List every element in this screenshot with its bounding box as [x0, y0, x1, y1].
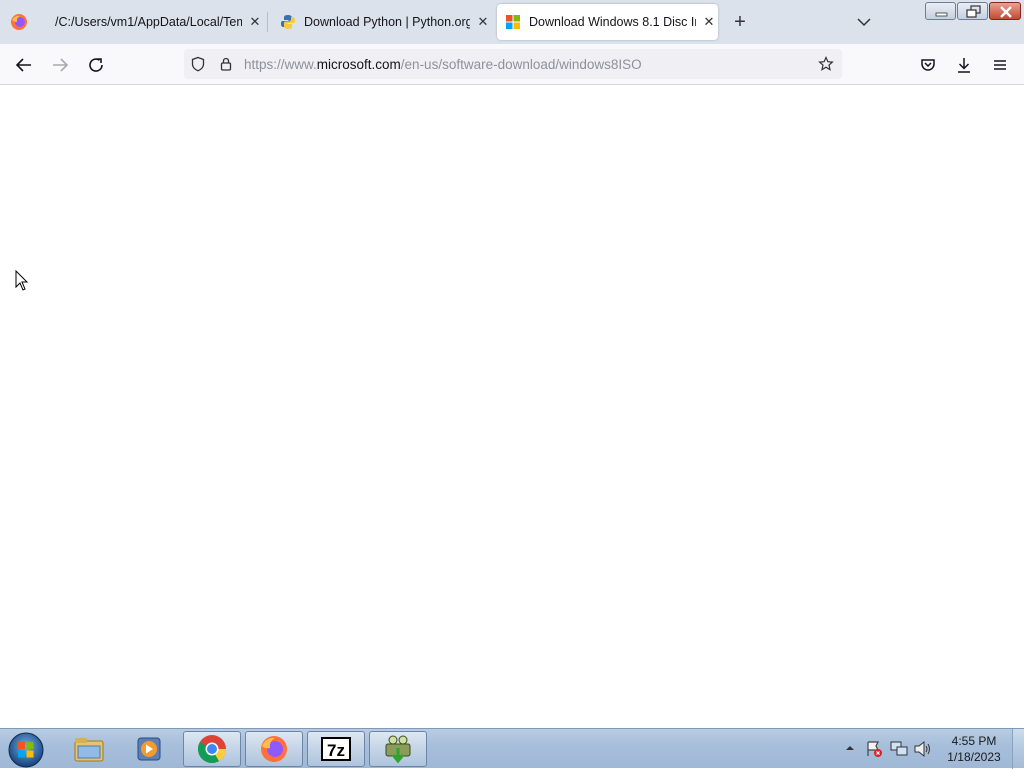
svg-text:7z: 7z: [327, 741, 345, 760]
hamburger-menu-icon[interactable]: [988, 53, 1012, 77]
taskbar-7zip[interactable]: 7z: [307, 731, 365, 767]
firefox-icon: [261, 736, 287, 762]
close-icon[interactable]: ✕: [246, 13, 264, 31]
taskbar-firefox[interactable]: [245, 731, 303, 767]
chrome-icon: [198, 735, 226, 763]
firefox-logo-icon[interactable]: [10, 13, 28, 31]
taskbar-explorer[interactable]: [60, 731, 118, 767]
tab-label: Download Python | Python.org: [304, 15, 470, 29]
start-button-icon[interactable]: [7, 731, 45, 769]
downloads-icon[interactable]: [952, 53, 976, 77]
minimize-button[interactable]: [925, 2, 956, 20]
system-clock[interactable]: 4:55 PM 1/18/2023: [940, 733, 1008, 765]
close-window-button[interactable]: [989, 2, 1021, 20]
network-icon[interactable]: [889, 740, 909, 758]
tab-strip: /C:/Users/vm1/AppData/Local/Tem ✕ Downlo…: [0, 0, 1024, 44]
close-icon[interactable]: ✕: [474, 13, 492, 31]
new-tab-button[interactable]: +: [730, 12, 750, 32]
clock-date: 1/18/2023: [947, 750, 1001, 764]
windows-explorer-icon: [74, 738, 104, 762]
tracking-protection-shield-icon[interactable]: [190, 56, 206, 72]
show-desktop-button[interactable]: [1012, 729, 1024, 769]
tab-local-file[interactable]: /C:/Users/vm1/AppData/Local/Tem ✕: [44, 4, 264, 40]
lock-icon[interactable]: [218, 56, 234, 72]
show-hidden-icons-icon[interactable]: [845, 743, 855, 753]
page-content[interactable]: [0, 85, 1024, 728]
url-host: microsoft.com: [316, 57, 401, 72]
action-center-icon[interactable]: [865, 740, 883, 758]
taskbar-python-installer[interactable]: [369, 731, 427, 767]
forward-icon[interactable]: [48, 53, 72, 77]
microsoft-logo-icon: [506, 15, 520, 29]
navigation-toolbar: https://www.microsoft.com/en-us/software…: [0, 44, 1024, 85]
taskbar-media-player[interactable]: [120, 731, 178, 767]
python-logo-icon: [281, 15, 295, 29]
tab-separator: [267, 12, 268, 32]
tab-python[interactable]: Download Python | Python.org ✕: [270, 4, 492, 40]
pocket-icon[interactable]: [916, 53, 940, 77]
clock-time: 4:55 PM: [951, 734, 997, 748]
restore-button[interactable]: [957, 2, 988, 20]
reload-icon[interactable]: [84, 53, 108, 77]
close-icon[interactable]: ✕: [700, 13, 718, 31]
7zip-icon: 7z: [321, 737, 351, 761]
back-icon[interactable]: [12, 53, 36, 77]
bookmark-star-icon[interactable]: [818, 56, 834, 72]
taskbar-chrome[interactable]: [183, 731, 241, 767]
python-installer-icon: [385, 735, 411, 764]
tab-windows-download[interactable]: Download Windows 8.1 Disc Im ✕: [497, 4, 718, 40]
tab-label: Download Windows 8.1 Disc Im: [529, 15, 696, 29]
url-prefix: https://www.: [244, 57, 317, 72]
tab-label: /C:/Users/vm1/AppData/Local/Tem: [55, 15, 242, 29]
url-path: /en-us/software-download/windows8ISO: [400, 57, 642, 72]
list-all-tabs-icon[interactable]: [854, 12, 874, 32]
volume-icon[interactable]: [913, 740, 933, 758]
taskbar: 7z 4:55 PM 1/18/2023: [0, 728, 1024, 769]
address-bar[interactable]: https://www.microsoft.com/en-us/software…: [184, 49, 842, 79]
url-text[interactable]: https://www.microsoft.com/en-us/software…: [244, 57, 642, 72]
mouse-cursor-icon: [15, 270, 29, 291]
media-player-icon: [137, 737, 161, 761]
